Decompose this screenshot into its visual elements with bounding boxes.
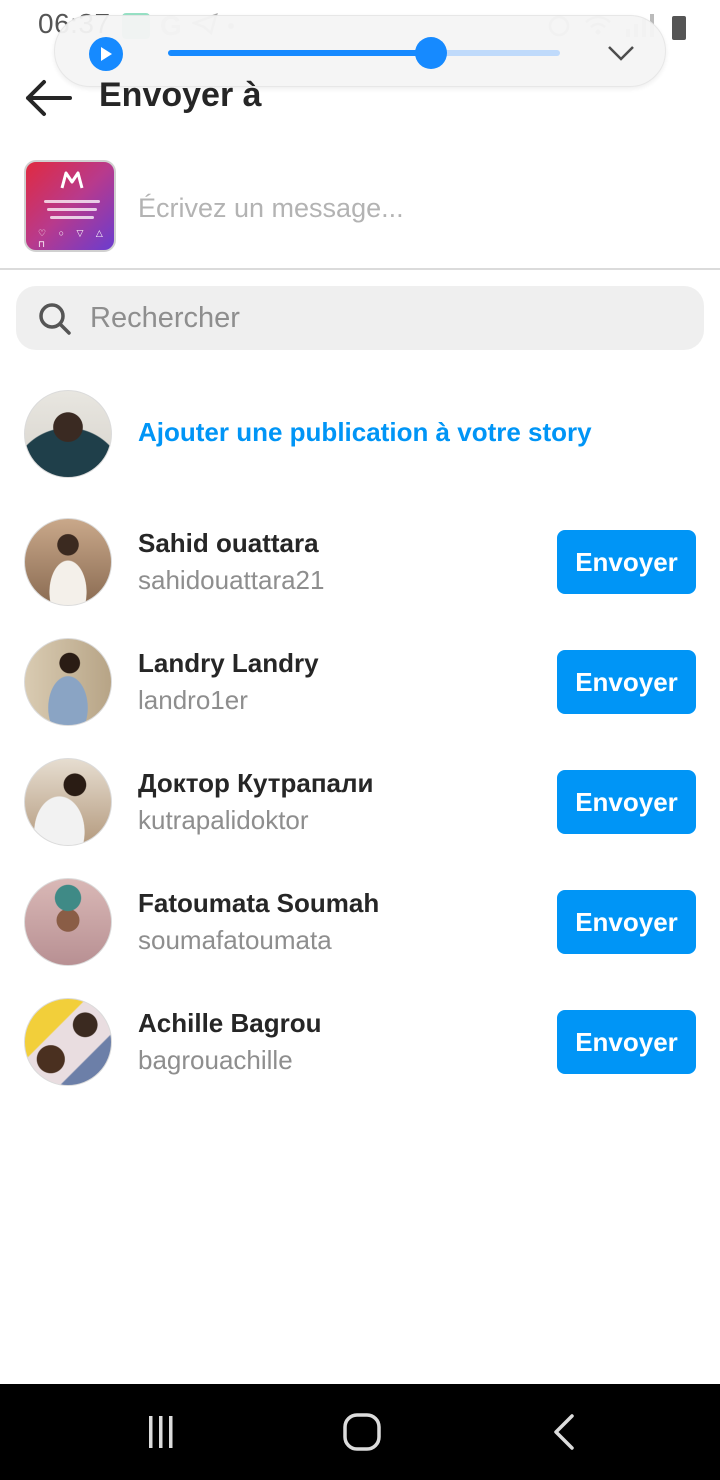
send-button[interactable]: Envoyer [557, 770, 696, 834]
recipient-name: Sahid ouattara [138, 528, 319, 558]
back-nav-button[interactable] [540, 1412, 588, 1452]
recipient-name: Achille Bagrou [138, 1008, 322, 1038]
recipient-name: Доктор Кутрапали [138, 768, 374, 798]
chevron-down-icon [608, 46, 634, 61]
send-button[interactable]: Envoyer [557, 530, 696, 594]
shared-post-thumbnail: ♡ ○ ▽ △ ⊓ [24, 160, 116, 252]
send-button[interactable]: Envoyer [557, 1010, 696, 1074]
search-icon [39, 303, 71, 335]
recipient-row: Доктор Кутрапали kutrapalidoktor Envoyer [0, 758, 720, 868]
recipient-name: Fatoumata Soumah [138, 888, 380, 918]
back-button[interactable] [22, 76, 74, 120]
recent-apps-button[interactable] [137, 1412, 185, 1452]
avatar[interactable] [24, 878, 112, 966]
recipient-username: kutrapalidoktor [138, 805, 309, 835]
recipient-username: landro1er [138, 685, 248, 715]
home-button[interactable] [338, 1412, 386, 1452]
playback-thumb[interactable] [414, 37, 447, 69]
avatar[interactable] [24, 998, 112, 1086]
post-text-line [50, 216, 94, 219]
collapse-button[interactable] [605, 38, 637, 68]
recipient-row: Achille Bagrou bagrouachille Envoyer [0, 998, 720, 1108]
recipient-username: bagrouachille [138, 1045, 293, 1075]
post-action-icons: ♡ ○ ▽ △ ⊓ [38, 228, 108, 249]
page-title: Envoyer à [99, 76, 262, 114]
recipient-row: Sahid ouattara sahidouattara21 Envoyer [0, 518, 720, 628]
add-to-story-link[interactable]: Ajouter une publication à votre story [138, 417, 592, 448]
recipient-row: Landry Landry landro1er Envoyer [0, 638, 720, 748]
recipient-username: sahidouattara21 [138, 565, 325, 595]
play-icon [101, 47, 112, 61]
recipient-row: Fatoumata Soumah soumafatoumata Envoyer [0, 878, 720, 988]
divider [0, 268, 720, 270]
send-button[interactable]: Envoyer [557, 650, 696, 714]
recent-apps-icon [149, 1416, 173, 1448]
message-input[interactable] [138, 188, 678, 228]
back-chevron-icon [554, 1414, 574, 1450]
search-bar[interactable] [16, 286, 704, 350]
playback-progress [168, 50, 431, 56]
playback-slider[interactable] [168, 37, 560, 69]
back-arrow-icon [26, 80, 72, 116]
recipient-name: Landry Landry [138, 648, 319, 678]
recipient-username: soumafatoumata [138, 925, 332, 955]
avatar[interactable] [24, 518, 112, 606]
post-text-line [44, 200, 100, 203]
home-icon [343, 1413, 381, 1451]
avatar[interactable] [24, 638, 112, 726]
story-avatar[interactable] [24, 390, 112, 478]
navigation-bar [0, 1384, 720, 1480]
post-text-line [47, 208, 97, 211]
search-input[interactable] [90, 298, 670, 338]
battery-icon [672, 15, 686, 40]
send-button[interactable]: Envoyer [557, 890, 696, 954]
post-logo-icon [59, 170, 85, 196]
avatar[interactable] [24, 758, 112, 846]
play-button[interactable] [89, 37, 123, 71]
